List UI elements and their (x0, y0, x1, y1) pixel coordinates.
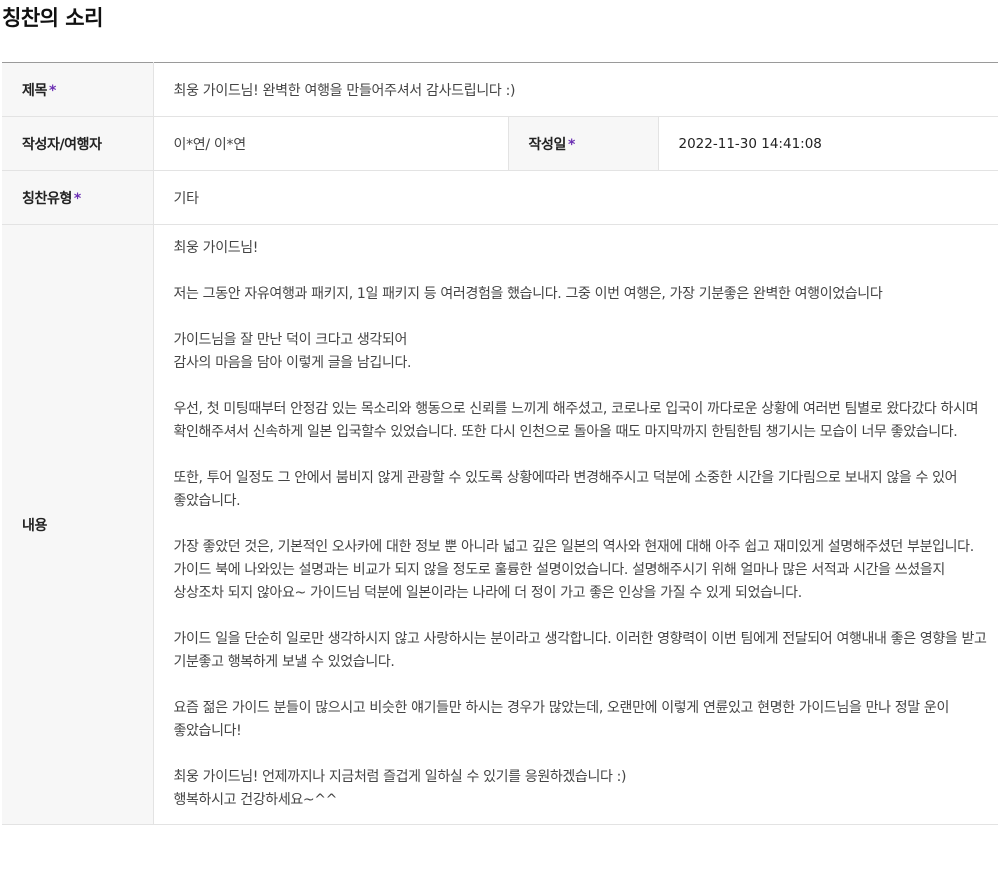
praise-type-value-cell: 기타 (152, 170, 998, 225)
content-label: 내용 (22, 517, 47, 534)
required-mark: * (567, 136, 575, 153)
subject-label: 제목 (22, 82, 47, 99)
praise-type-row: 칭찬유형 * 기타 (2, 170, 998, 225)
subject-label-cell: 제목 * (2, 62, 153, 117)
praise-detail-table: 제목 * 최웅 가이드님! 완벽한 여행을 만들어주셔서 감사드립니다 :) 작성… (2, 62, 998, 825)
author-row: 작성자/여행자 이*연/ 이*연 작성일 * 2022-11-30 14:41:0… (2, 116, 998, 171)
content-body: 최웅 가이드님! 저는 그동안 자유여행과 패키지, 1일 패키지 등 여러경험… (173, 240, 987, 808)
content-label-cell: 내용 (2, 224, 153, 825)
required-mark: * (73, 190, 81, 207)
praise-type-value: 기타 (173, 190, 199, 207)
content-value-cell: 최웅 가이드님! 저는 그동안 자유여행과 패키지, 1일 패키지 등 여러경험… (152, 224, 998, 825)
author-value: 이*연/ 이*연 (173, 136, 247, 153)
subject-value-cell: 최웅 가이드님! 완벽한 여행을 만들어주셔서 감사드립니다 :) (152, 62, 998, 117)
date-value-cell: 2022-11-30 14:41:08 (657, 116, 998, 171)
required-mark: * (48, 82, 56, 99)
page-title: 칭찬의 소리 (2, 6, 103, 30)
date-value: 2022-11-30 14:41:08 (678, 135, 822, 152)
author-value-cell: 이*연/ 이*연 (152, 116, 508, 171)
date-label: 작성일 (528, 136, 567, 153)
content-row: 내용 최웅 가이드님! 저는 그동안 자유여행과 패키지, 1일 패키지 등 여… (2, 224, 998, 825)
praise-type-label-cell: 칭찬유형 * (2, 170, 153, 225)
author-label-cell: 작성자/여행자 (2, 116, 153, 171)
author-label: 작성자/여행자 (22, 136, 102, 153)
praise-type-label: 칭찬유형 (22, 190, 72, 207)
date-label-cell: 작성일 * (507, 116, 658, 171)
subject-row: 제목 * 최웅 가이드님! 완벽한 여행을 만들어주셔서 감사드립니다 :) (2, 62, 998, 117)
subject-value: 최웅 가이드님! 완벽한 여행을 만들어주셔서 감사드립니다 :) (173, 82, 516, 99)
